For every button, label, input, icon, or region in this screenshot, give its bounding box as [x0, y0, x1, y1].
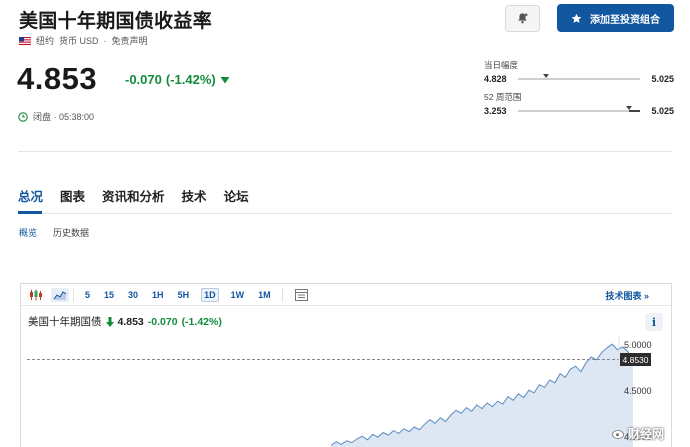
sub-tabs: 概览 历史数据 [19, 226, 89, 239]
interval-15[interactable]: 15 [102, 289, 116, 301]
week52-range-low: 3.253 [484, 106, 507, 116]
clock-icon [18, 111, 28, 122]
star-icon [571, 13, 582, 23]
y-tick-label: 4.5000 [624, 386, 652, 396]
week52-range-bar [518, 106, 640, 112]
day-range: 当日幅度 4.828 5.025 [484, 59, 674, 84]
currency-label: 货币 USD [59, 36, 99, 46]
tab-technical[interactable]: 技术 [182, 186, 207, 205]
page-title: 美国十年期国债收益率 [19, 11, 213, 32]
toolbar-separator [281, 287, 283, 302]
weibo-logo-icon [612, 430, 624, 439]
add-to-portfolio-label: 添加至投资组合 [590, 14, 660, 26]
week52-range: 52 周范围 3.253 5.025 [484, 91, 674, 116]
bell-plus-icon [518, 13, 528, 24]
last-price: 4.853 [17, 61, 98, 96]
chart-widget: 5 15 30 1H 5H 1D 1W 1M 技术图表 » 美国十年期国债 4.… [20, 283, 672, 447]
tabs-baseline [18, 213, 672, 214]
status-text: 闭盘 · 05:38:00 [33, 112, 95, 122]
tab-overview[interactable]: 总况 [18, 186, 43, 205]
area-chart-icon[interactable] [51, 287, 69, 302]
technical-chart-link[interactable]: 技术图表 » [605, 289, 649, 302]
y-tick-label: 5.0000 [624, 340, 652, 350]
disclaimer-link[interactable]: 免责声明 [112, 34, 148, 47]
location-label: 纽约 [36, 36, 55, 46]
data-table-icon[interactable] [293, 288, 311, 302]
day-range-marker [543, 74, 550, 78]
watermark: 财经网 [612, 425, 664, 442]
interval-5[interactable]: 5 [83, 289, 92, 301]
week52-range-label: 52 周范围 [484, 92, 522, 102]
candlestick-chart-icon[interactable] [27, 288, 45, 302]
day-range-bar [518, 74, 640, 80]
interval-1h[interactable]: 1H [150, 289, 166, 301]
week52-range-fill [629, 110, 640, 112]
down-triangle-icon [220, 76, 230, 83]
chart-toolbar: 5 15 30 1H 5H 1D 1W 1M 技术图表 » [21, 284, 671, 306]
market-status: 闭盘 · 05:38:00 [18, 110, 94, 123]
interval-5h[interactable]: 5H [176, 289, 192, 301]
separator-dot: · [103, 35, 107, 46]
week52-range-high: 5.025 [651, 106, 674, 116]
subtab-historical-data[interactable]: 历史数据 [53, 226, 89, 239]
main-tabs: 总况 图表 资讯和分析 技术 论坛 [18, 186, 249, 205]
current-price-tag: 4.8530 [620, 353, 651, 366]
interval-30[interactable]: 30 [126, 289, 140, 301]
day-range-low: 4.828 [484, 74, 507, 84]
active-tab-indicator [18, 211, 42, 214]
section-divider [18, 151, 672, 152]
price-change: -0.070 (-1.42%) [125, 72, 230, 87]
instrument-meta: 纽约 货币 USD · 免责声明 [19, 34, 148, 47]
price-chart [27, 336, 634, 447]
change-percent: (-1.42%) [165, 72, 216, 87]
day-range-high: 5.025 [651, 74, 674, 84]
watermark-text: 财经网 [628, 427, 665, 441]
add-to-portfolio-button[interactable]: 添加至投资组合 [557, 4, 674, 32]
tab-forum[interactable]: 论坛 [224, 186, 249, 205]
subtab-overview[interactable]: 概览 [19, 226, 37, 239]
toolbar-separator [73, 287, 74, 302]
interval-1w[interactable]: 1W [229, 289, 247, 301]
tab-news-analysis[interactable]: 资讯和分析 [102, 186, 165, 205]
interval-1m[interactable]: 1M [256, 289, 273, 301]
us-flag-icon [19, 36, 31, 45]
alert-button[interactable] [505, 5, 540, 32]
week52-range-marker [626, 106, 633, 110]
change-value: -0.070 [125, 72, 162, 87]
tab-chart[interactable]: 图表 [60, 186, 85, 205]
interval-1d[interactable]: 1D [201, 287, 219, 302]
day-range-label: 当日幅度 [484, 60, 519, 70]
